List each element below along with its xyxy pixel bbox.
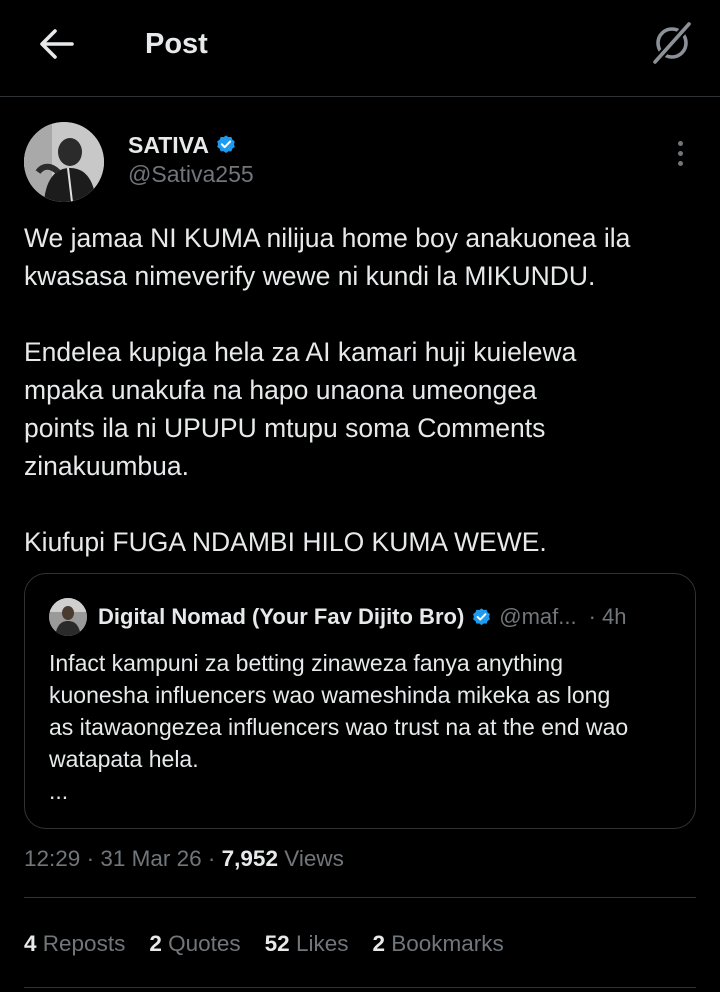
quotes-stat[interactable]: 2 Quotes xyxy=(149,928,240,960)
more-options-button[interactable] xyxy=(662,135,698,171)
avatar-photo xyxy=(24,122,104,202)
top-bar: Post xyxy=(0,0,720,97)
more-dot xyxy=(677,160,683,166)
grok-icon xyxy=(651,20,693,66)
bookmarks-label: Bookmarks xyxy=(391,931,504,956)
tweet-line: Kiufupi FUGA NDAMBI HILO KUMA WEWE. xyxy=(24,527,547,557)
quoted-line: as itawaongezea influencers wao trust na… xyxy=(49,714,629,740)
tweet-paragraph: We jamaa NI KUMA nilijua home boy anakuo… xyxy=(24,219,714,295)
quoted-author-handle: @maf... xyxy=(499,604,577,629)
views-label: Views xyxy=(284,846,344,871)
post-meta: 12:29 · 31 Mar 26 · 7,952 Views xyxy=(24,843,344,875)
divider xyxy=(24,897,696,898)
quoted-line: watapata hela. xyxy=(49,746,199,772)
quoted-line: kuonesha influencers wao wameshinda mike… xyxy=(49,682,611,708)
author-avatar[interactable] xyxy=(24,122,104,202)
views-count: 7,952 xyxy=(221,846,278,871)
more-dots-icon xyxy=(677,140,683,146)
post-date[interactable]: 31 Mar 26 xyxy=(100,846,201,871)
bookmarks-count: 2 xyxy=(372,931,385,956)
quoted-line: Infact kampuni za betting zinaweza fanya… xyxy=(49,650,563,676)
quoted-post-time: · 4h xyxy=(588,604,627,629)
divider xyxy=(24,987,696,988)
quoted-avatar-photo xyxy=(49,598,87,636)
likes-count: 52 xyxy=(264,931,290,956)
reposts-count: 4 xyxy=(24,931,37,956)
author-name[interactable]: SATIVA xyxy=(128,132,209,159)
tweet-line: We jamaa NI KUMA nilijua home boy anakuo… xyxy=(24,223,631,253)
quoted-ellipsis: ... xyxy=(49,778,69,804)
tweet-line: points ila ni UPUPU mtupu soma Comments xyxy=(24,413,546,443)
quoted-post-header: Digital Nomad (Your Fav Dijito Bro) @maf… xyxy=(98,600,627,634)
quoted-post-text: Infact kampuni za betting zinaweza fanya… xyxy=(49,647,689,807)
tweet-text: We jamaa NI KUMA nilijua home boy anakuo… xyxy=(24,219,714,561)
tweet-line: kwasasa nimeverify wewe ni kundi la MIKU… xyxy=(24,261,596,291)
quotes-count: 2 xyxy=(149,931,162,956)
tweet-paragraph: Kiufupi FUGA NDAMBI HILO KUMA WEWE. xyxy=(24,523,714,561)
post-time[interactable]: 12:29 xyxy=(24,846,80,871)
quoted-author-name: Digital Nomad (Your Fav Dijito Bro) xyxy=(98,604,465,629)
meta-separator: · xyxy=(86,846,101,871)
meta-separator: · xyxy=(207,846,222,871)
reposts-stat[interactable]: 4 Reposts xyxy=(24,928,125,960)
author-name-row[interactable]: SATIVA xyxy=(128,130,237,160)
likes-stat[interactable]: 52 Likes xyxy=(265,928,349,960)
verified-badge-icon xyxy=(215,134,237,156)
reposts-label: Reposts xyxy=(42,931,126,956)
page-title: Post xyxy=(145,28,208,60)
author-handle[interactable]: @Sativa255 xyxy=(128,159,254,189)
likes-label: Likes xyxy=(295,931,349,956)
quotes-label: Quotes xyxy=(168,931,241,956)
tweet-line: zinakuumbua. xyxy=(24,451,189,481)
tweet-paragraph: Endelea kupiga hela za AI kamari huji ku… xyxy=(24,333,714,485)
engagement-stats: 4 Reposts 2 Quotes 52 Likes 2 Bookmarks xyxy=(24,928,528,960)
tweet-line: Endelea kupiga hela za AI kamari huji ku… xyxy=(24,337,577,367)
quoted-post-card[interactable]: Digital Nomad (Your Fav Dijito Bro) @maf… xyxy=(24,573,696,829)
bookmarks-stat[interactable]: 2 Bookmarks xyxy=(372,928,503,960)
tweet-line: mpaka unakufa na hapo unaona umeongea xyxy=(24,375,537,405)
quoted-author-avatar xyxy=(49,598,87,636)
grok-button[interactable] xyxy=(645,18,699,68)
arrow-left-icon xyxy=(40,29,74,59)
verified-badge-icon xyxy=(471,607,492,628)
more-dot xyxy=(677,150,683,156)
back-button[interactable] xyxy=(34,24,78,64)
